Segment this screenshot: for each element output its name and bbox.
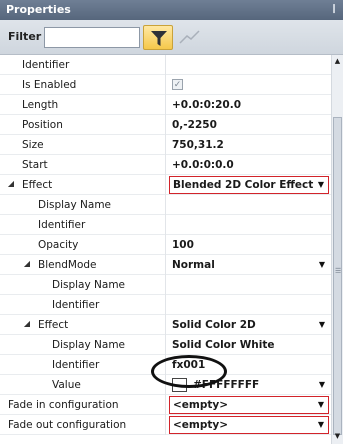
vertical-scrollbar[interactable]: ▲ ☰ ▼ bbox=[331, 55, 343, 444]
inner-effect-value: Solid Color 2D bbox=[172, 319, 256, 331]
effect-dropdown[interactable]: Blended 2D Color Effect ▼ bbox=[169, 176, 329, 194]
collapse-triangle-icon[interactable]: ◢ bbox=[22, 259, 32, 269]
effect-value-cell[interactable]: Blended 2D Color Effect ▼ bbox=[165, 175, 331, 195]
filter-label: Filter bbox=[8, 30, 42, 43]
inner-display-name-value: Solid Color White bbox=[172, 339, 275, 351]
fade-in-value: <empty> bbox=[173, 399, 229, 411]
start-value: +0.0:0:0.0 bbox=[172, 159, 234, 171]
position-value: 0,-2250 bbox=[172, 119, 217, 131]
property-row-start[interactable]: Start +0.0:0:0.0 bbox=[0, 155, 331, 175]
property-row-blend-display-name[interactable]: Display Name bbox=[0, 275, 331, 295]
property-row-size[interactable]: Size 750,31.2 bbox=[0, 135, 331, 155]
property-row-effect-display-name[interactable]: Display Name bbox=[0, 195, 331, 215]
scroll-down-arrow-icon[interactable]: ▼ bbox=[333, 432, 342, 442]
property-row-fade-out[interactable]: Fade out configuration <empty> ▼ bbox=[0, 415, 331, 435]
property-row-inner-effect[interactable]: ◢ Effect Solid Color 2D ▼ bbox=[0, 315, 331, 335]
properties-title-bar: Properties ❙ bbox=[0, 0, 343, 20]
property-row-effect[interactable]: ◢ Effect Blended 2D Color Effect ▼ bbox=[0, 175, 331, 195]
dropdown-arrow-icon[interactable]: ▼ bbox=[318, 420, 324, 429]
property-label: Value bbox=[52, 379, 81, 391]
property-row-blendmode[interactable]: ◢ BlendMode Normal ▼ bbox=[0, 255, 331, 275]
dropdown-arrow-icon[interactable]: ▼ bbox=[319, 320, 325, 329]
size-value: 750,31.2 bbox=[172, 139, 224, 151]
property-grid: Identifier Is Enabled ✓ Length +0.0:0:20… bbox=[0, 55, 331, 444]
blendmode-value: Normal bbox=[172, 259, 215, 271]
fade-in-value-cell[interactable]: <empty> ▼ bbox=[165, 395, 331, 415]
property-row-length[interactable]: Length +0.0:0:20.0 bbox=[0, 95, 331, 115]
property-label: Start bbox=[22, 159, 48, 171]
filter-input[interactable] bbox=[44, 27, 140, 48]
opacity-value-cell[interactable]: 100 bbox=[165, 235, 331, 255]
identifier-value-cell[interactable] bbox=[165, 55, 331, 75]
property-label: Identifier bbox=[52, 299, 100, 311]
effect-display-name-value-cell[interactable] bbox=[165, 195, 331, 215]
dropdown-arrow-icon[interactable]: ▼ bbox=[319, 260, 325, 269]
property-row-identifier[interactable]: Identifier bbox=[0, 55, 331, 75]
size-value-cell[interactable]: 750,31.2 bbox=[165, 135, 331, 155]
inner-display-name-value-cell[interactable]: Solid Color White bbox=[165, 335, 331, 355]
property-row-blend-identifier[interactable]: Identifier bbox=[0, 295, 331, 315]
property-label: Identifier bbox=[38, 219, 86, 231]
blendmode-value-cell[interactable]: Normal ▼ bbox=[165, 255, 331, 275]
effect-identifier-value-cell[interactable] bbox=[165, 215, 331, 235]
scrollbar-thumb[interactable]: ☰ bbox=[333, 117, 342, 435]
property-label: Effect bbox=[22, 179, 53, 191]
filter-toolbar: Filter bbox=[0, 20, 343, 55]
opacity-value: 100 bbox=[172, 239, 194, 251]
property-label: Fade in configuration bbox=[8, 399, 119, 411]
grip-icon: ☰ bbox=[335, 267, 342, 275]
scroll-up-arrow-icon[interactable]: ▲ bbox=[333, 57, 342, 67]
fade-out-dropdown[interactable]: <empty> ▼ bbox=[169, 416, 329, 434]
dropdown-arrow-icon[interactable]: ▼ bbox=[318, 400, 324, 409]
fade-out-value-cell[interactable]: <empty> ▼ bbox=[165, 415, 331, 435]
property-label: Identifier bbox=[52, 359, 100, 371]
length-value-cell[interactable]: +0.0:0:20.0 bbox=[165, 95, 331, 115]
property-label: Display Name bbox=[38, 199, 112, 211]
property-label: Position bbox=[22, 119, 63, 131]
property-row-inner-display-name[interactable]: Display Name Solid Color White bbox=[0, 335, 331, 355]
length-value: +0.0:0:20.0 bbox=[172, 99, 242, 111]
property-row-effect-identifier[interactable]: Identifier bbox=[0, 215, 331, 235]
funnel-icon bbox=[151, 31, 167, 46]
line-chart-icon bbox=[179, 30, 200, 44]
blend-display-name-value-cell[interactable] bbox=[165, 275, 331, 295]
effect-value: Blended 2D Color Effect bbox=[173, 179, 314, 191]
property-row-fade-in[interactable]: Fade in configuration <empty> ▼ bbox=[0, 395, 331, 415]
property-label: Display Name bbox=[52, 279, 126, 291]
property-label: Is Enabled bbox=[22, 79, 77, 91]
fade-in-dropdown[interactable]: <empty> ▼ bbox=[169, 396, 329, 414]
pin-icon[interactable]: ❙ bbox=[329, 3, 339, 15]
dropdown-arrow-icon[interactable]: ▼ bbox=[318, 180, 324, 189]
property-row-position[interactable]: Position 0,-2250 bbox=[0, 115, 331, 135]
annotation-circle bbox=[151, 355, 227, 388]
collapse-triangle-icon[interactable]: ◢ bbox=[22, 319, 32, 329]
is-enabled-value-cell: ✓ bbox=[165, 75, 331, 95]
property-label: BlendMode bbox=[38, 259, 97, 271]
property-label: Effect bbox=[38, 319, 69, 331]
property-label: Size bbox=[22, 139, 44, 151]
property-label: Identifier bbox=[22, 59, 70, 71]
property-label: Opacity bbox=[38, 239, 79, 251]
filter-funnel-button[interactable] bbox=[143, 25, 173, 50]
property-row-is-enabled[interactable]: Is Enabled ✓ bbox=[0, 75, 331, 95]
property-label: Fade out configuration bbox=[8, 419, 127, 431]
property-label: Display Name bbox=[52, 339, 126, 351]
blend-identifier-value-cell[interactable] bbox=[165, 295, 331, 315]
chart-button[interactable] bbox=[178, 28, 202, 46]
fade-out-value: <empty> bbox=[173, 419, 229, 431]
inner-effect-value-cell[interactable]: Solid Color 2D ▼ bbox=[165, 315, 331, 335]
collapse-triangle-icon[interactable]: ◢ bbox=[6, 179, 16, 189]
start-value-cell[interactable]: +0.0:0:0.0 bbox=[165, 155, 331, 175]
window-title: Properties bbox=[6, 3, 71, 16]
property-row-opacity[interactable]: Opacity 100 bbox=[0, 235, 331, 255]
property-label: Length bbox=[22, 99, 59, 111]
position-value-cell[interactable]: 0,-2250 bbox=[165, 115, 331, 135]
dropdown-arrow-icon[interactable]: ▼ bbox=[319, 380, 325, 389]
is-enabled-checkbox[interactable]: ✓ bbox=[172, 79, 183, 90]
